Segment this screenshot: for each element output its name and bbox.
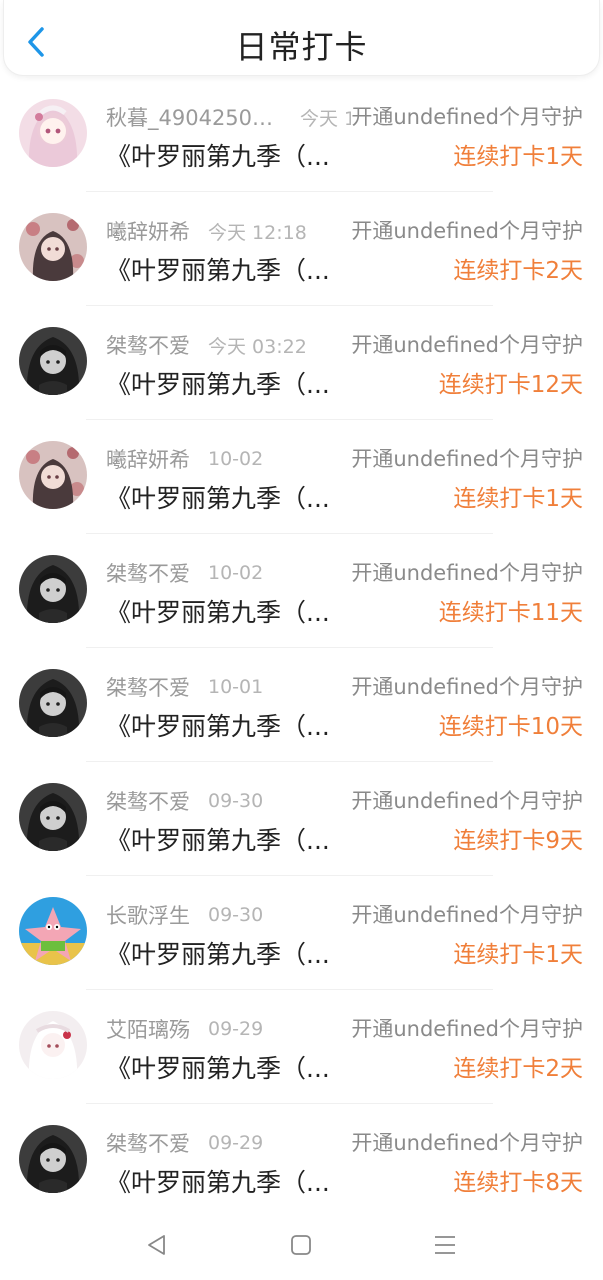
list-item[interactable]: 曦辞妍希 今天 12:18 开通undefined个月守护 《叶罗丽第九季（... 连续…	[0, 192, 603, 306]
timestamp: 09-29	[208, 1018, 264, 1040]
checkin-list: 秋暮_49042500... 今天 11:.. 开通undefined个月守护 《叶罗…	[0, 78, 603, 1218]
system-nav-bar	[0, 1210, 603, 1280]
item-meta: 桀骜不爱 今天 03:22	[106, 330, 307, 360]
timestamp: 10-02	[208, 448, 264, 470]
avatar-cartoon-starfish-image	[19, 897, 87, 965]
avatar-anime-girl-pink-image	[19, 99, 87, 167]
streak-badge: 连续打卡2天	[453, 1056, 583, 1082]
item-meta: 秋暮_49042500... 今天 11:..	[106, 102, 387, 132]
streak-badge: 连续打卡12天	[438, 372, 583, 398]
nav-back-button[interactable]	[142, 1230, 172, 1260]
triangle-back-icon	[148, 1235, 165, 1255]
avatar-anime-girl-dark-image	[19, 1125, 87, 1193]
guard-status: 开通undefined个月守护	[351, 786, 583, 816]
app-header: 日常打卡	[3, 0, 600, 76]
username[interactable]: 桀骜不爱	[106, 1128, 190, 1158]
song-title: 《叶罗丽第九季（...	[106, 484, 330, 513]
guard-status: 开通undefined个月守护	[351, 558, 583, 588]
hamburger-menu-icon	[435, 1236, 455, 1254]
guard-status: 开通undefined个月守护	[351, 444, 583, 474]
streak-badge: 连续打卡1天	[453, 942, 583, 968]
avatar[interactable]	[19, 555, 87, 623]
username[interactable]: 长歌浮生	[106, 900, 190, 930]
username[interactable]: 艾陌璃殇	[106, 1014, 190, 1044]
username[interactable]: 桀骜不爱	[106, 786, 190, 816]
avatar-anime-girl-dark-image	[19, 669, 87, 737]
username[interactable]: 桀骜不爱	[106, 672, 190, 702]
streak-badge: 连续打卡1天	[453, 144, 583, 170]
streak-badge: 连续打卡1天	[453, 486, 583, 512]
list-item[interactable]: 艾陌璃殇 09-29 开通undefined个月守护 《叶罗丽第九季（... 连续打卡2…	[0, 990, 603, 1104]
song-title: 《叶罗丽第九季（...	[106, 256, 330, 285]
timestamp: 09-30	[208, 904, 264, 926]
guard-status: 开通undefined个月守护	[351, 672, 583, 702]
timestamp: 09-30	[208, 790, 264, 812]
item-meta: 艾陌璃殇 09-29	[106, 1014, 263, 1044]
item-meta: 曦辞妍希 今天 12:18	[106, 216, 307, 246]
item-meta: 桀骜不爱 09-29	[106, 1128, 263, 1158]
username[interactable]: 秋暮_49042500...	[106, 102, 282, 132]
song-title: 《叶罗丽第九季（...	[106, 1168, 330, 1197]
page-title: 日常打卡	[235, 28, 368, 66]
list-item[interactable]: 桀骜不爱 10-01 开通undefined个月守护 《叶罗丽第九季（... 连续打卡1…	[0, 648, 603, 762]
avatar-anime-girl-flowers-image	[19, 213, 87, 281]
list-item[interactable]: 桀骜不爱 10-02 开通undefined个月守护 《叶罗丽第九季（... 连续打卡1…	[0, 534, 603, 648]
avatar[interactable]	[19, 783, 87, 851]
avatar-anime-girl-dark-image	[19, 783, 87, 851]
list-item[interactable]: 长歌浮生 09-30 开通undefined个月守护 《叶罗丽第九季（... 连续打卡1…	[0, 876, 603, 990]
timestamp: 今天 03:22	[208, 335, 307, 358]
song-title: 《叶罗丽第九季（...	[106, 712, 330, 741]
list-item[interactable]: 曦辞妍希 10-02 开通undefined个月守护 《叶罗丽第九季（... 连续打卡1…	[0, 420, 603, 534]
guard-status: 开通undefined个月守护	[351, 102, 583, 132]
song-title: 《叶罗丽第九季（...	[106, 142, 330, 171]
avatar[interactable]	[19, 1011, 87, 1079]
streak-badge: 连续打卡10天	[438, 714, 583, 740]
item-meta: 桀骜不爱 10-01	[106, 672, 263, 702]
streak-badge: 连续打卡9天	[453, 828, 583, 854]
username[interactable]: 桀骜不爱	[106, 330, 190, 360]
username[interactable]: 曦辞妍希	[106, 444, 190, 474]
song-title: 《叶罗丽第九季（...	[106, 826, 330, 855]
guard-status: 开通undefined个月守护	[351, 1128, 583, 1158]
streak-badge: 连续打卡11天	[438, 600, 583, 626]
guard-status: 开通undefined个月守护	[351, 216, 583, 246]
timestamp: 今天 12:18	[208, 221, 307, 244]
song-title: 《叶罗丽第九季（...	[106, 940, 330, 969]
list-item[interactable]: 桀骜不爱 09-29 开通undefined个月守护 《叶罗丽第九季（... 连续打卡8…	[0, 1104, 603, 1218]
timestamp: 09-29	[208, 1132, 264, 1154]
avatar[interactable]	[19, 897, 87, 965]
guard-status: 开通undefined个月守护	[351, 900, 583, 930]
streak-badge: 连续打卡2天	[453, 258, 583, 284]
nav-home-button[interactable]	[286, 1230, 316, 1260]
song-title: 《叶罗丽第九季（...	[106, 370, 330, 399]
item-meta: 长歌浮生 09-30	[106, 900, 263, 930]
avatar[interactable]	[19, 99, 87, 167]
avatar-anime-girl-dark-image	[19, 555, 87, 623]
list-item[interactable]: 桀骜不爱 09-30 开通undefined个月守护 《叶罗丽第九季（... 连续打卡9…	[0, 762, 603, 876]
avatar-anime-girl-dark-image	[19, 327, 87, 395]
avatar[interactable]	[19, 213, 87, 281]
item-meta: 桀骜不爱 09-30	[106, 786, 263, 816]
square-home-icon	[291, 1235, 311, 1255]
avatar[interactable]	[19, 441, 87, 509]
nav-menu-button[interactable]	[430, 1230, 460, 1260]
username[interactable]: 桀骜不爱	[106, 558, 190, 588]
song-title: 《叶罗丽第九季（...	[106, 1054, 330, 1083]
streak-badge: 连续打卡8天	[453, 1170, 583, 1196]
avatar[interactable]	[19, 669, 87, 737]
avatar-anime-girl-flowers-image	[19, 441, 87, 509]
item-meta: 桀骜不爱 10-02	[106, 558, 263, 588]
item-meta: 曦辞妍希 10-02	[106, 444, 263, 474]
username[interactable]: 曦辞妍希	[106, 216, 190, 246]
list-item[interactable]: 桀骜不爱 今天 03:22 开通undefined个月守护 《叶罗丽第九季（... 连续…	[0, 306, 603, 420]
timestamp: 10-02	[208, 562, 264, 584]
list-item[interactable]: 秋暮_49042500... 今天 11:.. 开通undefined个月守护 《叶罗…	[0, 78, 603, 192]
guard-status: 开通undefined个月守护	[351, 330, 583, 360]
avatar[interactable]	[19, 327, 87, 395]
avatar[interactable]	[19, 1125, 87, 1193]
song-title: 《叶罗丽第九季（...	[106, 598, 330, 627]
guard-status: 开通undefined个月守护	[351, 1014, 583, 1044]
avatar-anime-girl-white-image	[19, 1011, 87, 1079]
timestamp: 10-01	[208, 676, 264, 698]
